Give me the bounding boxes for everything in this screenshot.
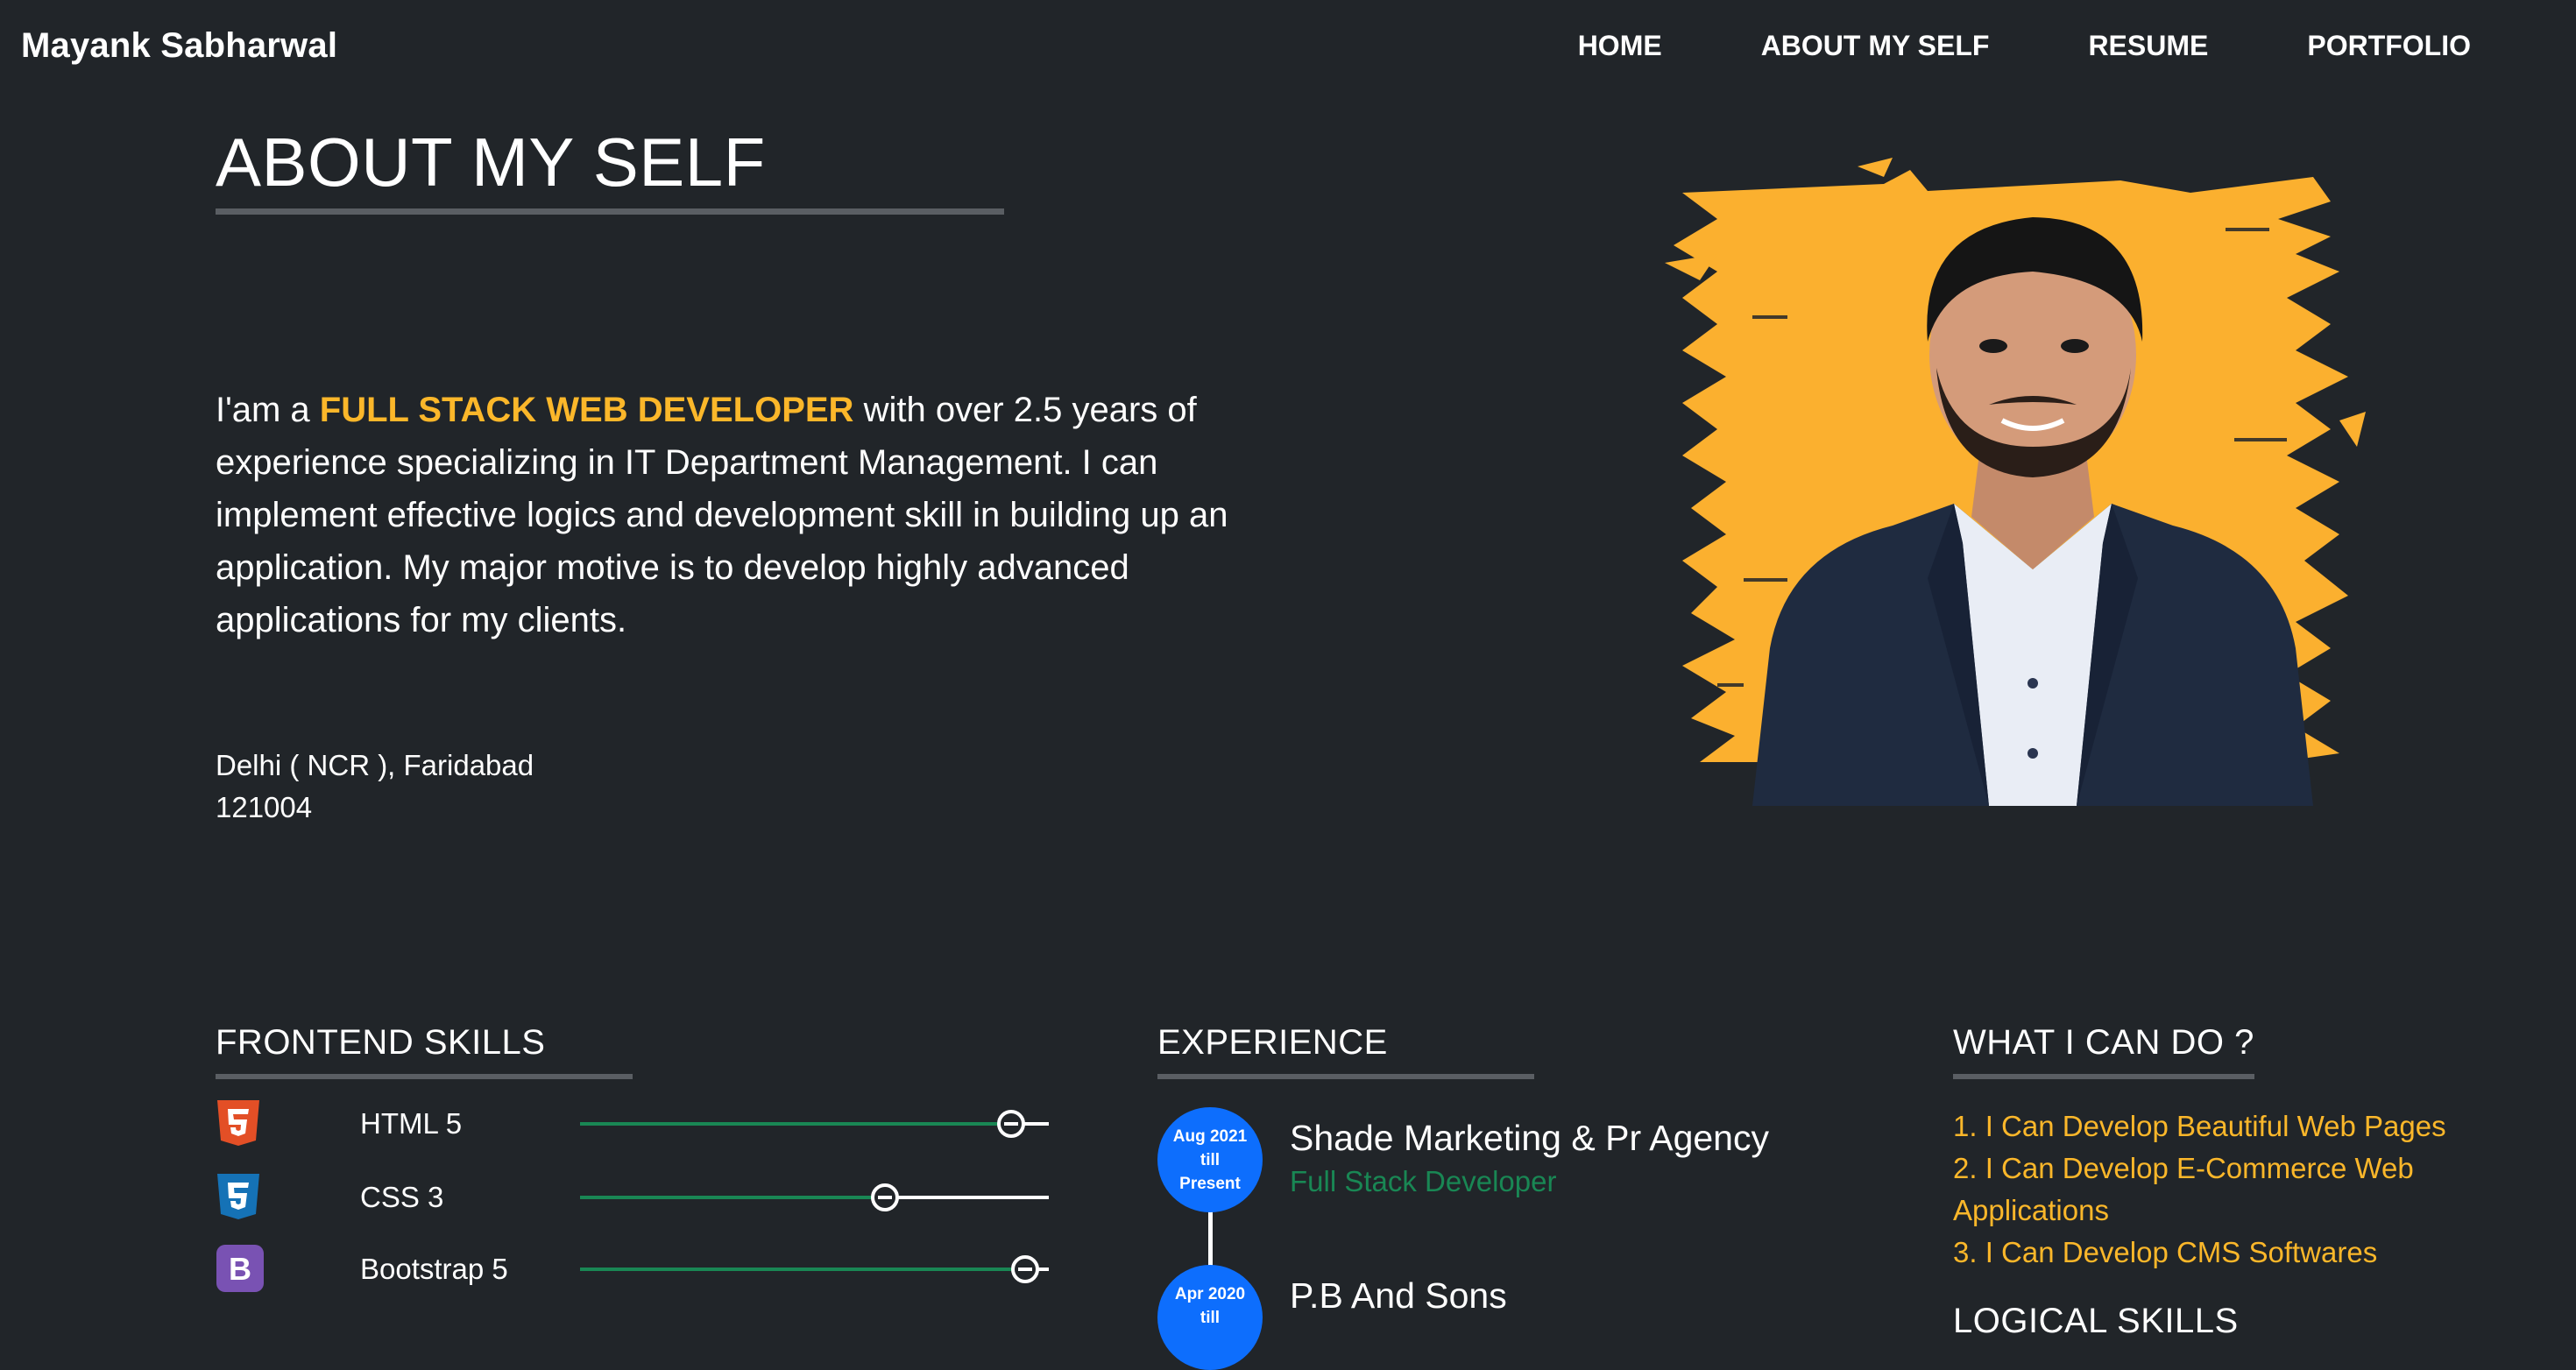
css3-icon [216,1172,261,1221]
about-intro: I'am a FULL STACK WEB DEVELOPER with ove… [216,384,1267,646]
experience-underline [1157,1074,1534,1079]
experience-date-badge: Aug 2021 till Present [1157,1107,1263,1212]
nav-link-home[interactable]: HOME [1578,30,1662,62]
nav-links: HOME ABOUT MY SELF RESUME PORTFOLIO [1578,30,2471,62]
profile-illustration [1665,158,2366,806]
skill-name: HTML 5 [360,1107,463,1140]
date-start: Aug 2021 [1172,1127,1248,1146]
svg-text:B: B [229,1251,251,1287]
skill-slider-fill [580,1196,885,1199]
page-title: ABOUT MY SELF [216,124,766,201]
experience-role: Full Stack Developer [1290,1165,1557,1197]
logical-skills-heading: LOGICAL SKILLS [1953,1302,2239,1340]
intro-prefix: I'am a [216,391,320,429]
nav-link-resume[interactable]: RESUME [2088,30,2208,62]
can-do-heading: WHAT I CAN DO ? [1953,1023,2254,1062]
date-separator: till [1200,1151,1221,1169]
can-do-item: 2. I Can Develop E-Commerce Web Applicat… [1953,1152,2414,1226]
date-end: Present [1179,1175,1241,1193]
nav-link-about[interactable]: ABOUT MY SELF [1761,30,1990,62]
bootstrap-icon: B [216,1244,264,1293]
can-do-list: 1. I Can Develop Beautiful Web Pages 2. … [1953,1105,2496,1274]
skill-slider-thumb[interactable] [870,1183,899,1211]
skill-row-html: HTML 5 [216,1098,1092,1151]
skill-slider-track [580,1255,1049,1283]
address: Delhi ( NCR ), Faridabad 121004 [216,745,534,829]
skills-underline [216,1074,633,1079]
skill-name: CSS 3 [360,1181,444,1213]
date-start: Apr 2020 [1174,1285,1246,1303]
skill-slider-thumb[interactable] [997,1110,1026,1138]
date-separator: till [1200,1309,1221,1327]
experience-company: P.B And Sons [1290,1275,1507,1316]
skill-slider-track [580,1183,1049,1211]
skill-slider-fill [580,1122,1012,1126]
address-city: Delhi ( NCR ), Faridabad [216,749,534,781]
nav-link-portfolio[interactable]: PORTFOLIO [2307,30,2471,62]
experience-heading: EXPERIENCE [1157,1023,1388,1062]
skill-name: Bootstrap 5 [360,1253,508,1285]
can-do-item: 1. I Can Develop Beautiful Web Pages [1953,1110,2446,1142]
skill-slider-track [580,1110,1049,1138]
timeline-connector [1208,1209,1213,1270]
role-highlight: FULL STACK WEB DEVELOPER [319,391,854,429]
can-do-underline [1953,1074,2254,1079]
skill-slider-thumb[interactable] [1011,1255,1040,1283]
navbar: Mayank Sabharwal HOME ABOUT MY SELF RESU… [0,0,2576,98]
brand-name[interactable]: Mayank Sabharwal [21,26,337,66]
skill-row-css: CSS 3 [216,1172,1092,1225]
experience-company: Shade Marketing & Pr Agency [1290,1118,1769,1158]
address-postal: 121004 [216,791,313,823]
can-do-item: 3. I Can Develop CMS Softwares [1953,1236,2378,1268]
profile-photo [1665,158,2366,806]
skill-slider-fill [580,1268,1026,1271]
title-underline [216,208,1004,215]
skill-row-bootstrap: B Bootstrap 5 [216,1244,1092,1296]
html5-icon [216,1098,261,1148]
skills-heading: FRONTEND SKILLS [216,1023,546,1062]
experience-date-badge: Apr 2020 till [1157,1265,1263,1370]
